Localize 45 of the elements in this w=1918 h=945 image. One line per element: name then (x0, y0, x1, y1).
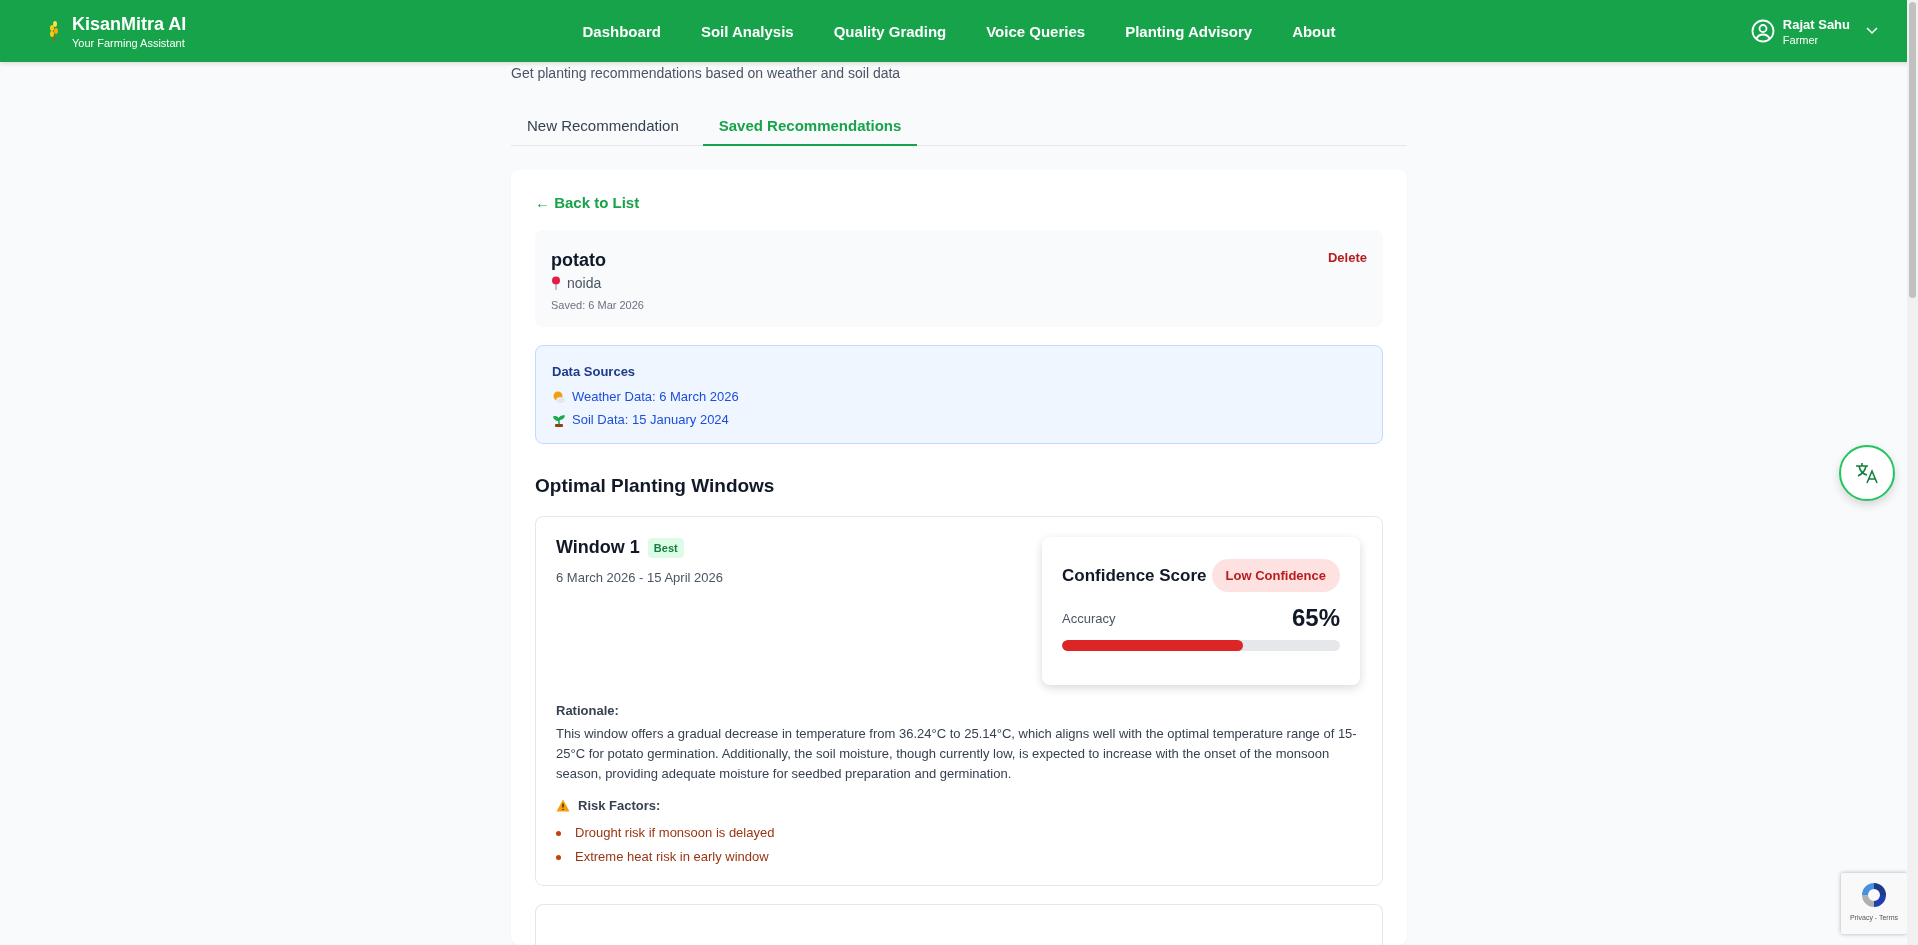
bullet-icon (556, 830, 561, 836)
rationale-text: This window offers a gradual decrease in temperature from 36.24°C to 25.14°C, which aligns well with the optimal temperature range of 15-25°C for potato germination. Additionally, the soil moisture, though currently low, is expected to increase with the onset of the monsoon season, providing adequate moisture for seedbed preparation and germination. (556, 725, 1358, 783)
delete-button[interactable]: Delete (1327, 250, 1367, 265)
nav-link[interactable]: Soil Analysis (700, 22, 794, 40)
user-role: Farmer (1782, 33, 1820, 46)
warning-icon (556, 799, 570, 812)
location-text: noida (567, 275, 602, 291)
data-sources-title: Data Sources (552, 364, 637, 379)
risk-factors-title: Risk Factors: (578, 798, 661, 813)
tab[interactable]: Saved Recommendations (702, 108, 918, 146)
confidence-title: Confidence Score (1062, 565, 1207, 586)
nav-link[interactable]: Voice Queries (986, 22, 1086, 40)
nav-link[interactable]: Quality Grading (833, 22, 947, 40)
pin-icon (551, 276, 561, 290)
user-name: Rajat Sahu (1782, 16, 1850, 32)
back-link[interactable]: ← Back to List (535, 194, 640, 211)
saved-date: Saved: 6 Mar 2026 (551, 299, 644, 311)
section-title: Optimal Planting Windows (535, 474, 776, 498)
translate-button[interactable] (1839, 445, 1895, 501)
nav-link[interactable]: About (1292, 22, 1336, 40)
risk-item: Extreme heat risk in early window (575, 848, 769, 866)
nav-link[interactable]: Planting Advisory (1125, 22, 1253, 40)
nav-link[interactable]: Dashboard (582, 22, 661, 40)
tab[interactable]: New Recommendation (511, 108, 695, 146)
sprout-icon (552, 412, 566, 427)
data-source-text: Weather Data: 6 March 2026 (572, 389, 739, 404)
crop-name: potato (551, 250, 607, 271)
data-source-text: Soil Data: 15 January 2024 (572, 412, 729, 427)
date-range: 6 March 2026 - 15 April 2026 (556, 570, 723, 585)
translate-icon (1854, 460, 1880, 486)
brand-name: KisanMitra AI (72, 13, 187, 35)
scrollbar[interactable] (1907, 0, 1918, 945)
risk-item: Drought risk if monsoon is delayed (575, 824, 775, 842)
page-subtitle: Get planting recommendations based on weather and soil data (511, 65, 902, 81)
accuracy-label: Accuracy (1062, 611, 1116, 628)
best-badge: Best (647, 537, 684, 558)
confidence-badge: Low Confidence (1211, 559, 1340, 592)
bullet-icon (556, 854, 561, 860)
window-title: Window 1 (556, 537, 640, 558)
chevron-down-icon[interactable] (1866, 27, 1878, 35)
rationale-title: Rationale: (556, 703, 620, 718)
sun-cloud-icon (552, 389, 566, 404)
brand-tagline: Your Farming Assistant (72, 36, 186, 49)
user-icon[interactable] (1750, 19, 1775, 43)
accuracy-value: 65% (1291, 604, 1340, 632)
